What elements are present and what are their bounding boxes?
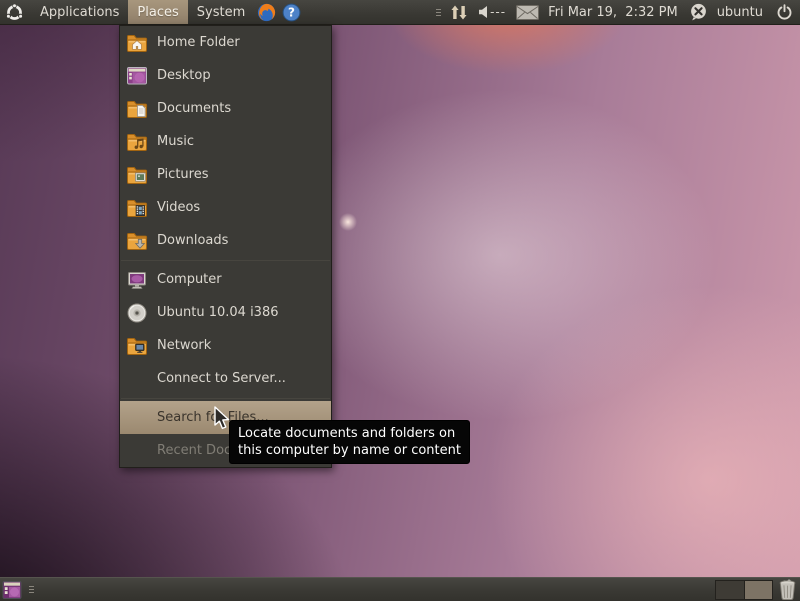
menu-item-label: Documents <box>157 101 232 116</box>
folder-videos-icon <box>125 196 149 220</box>
folder-music-icon <box>125 130 149 154</box>
menu-item-label: Downloads <box>157 233 229 248</box>
places-menu-item-documents[interactable]: Documents <box>120 92 331 125</box>
workspace-1[interactable] <box>716 580 744 599</box>
ubuntu-logo-icon[interactable] <box>0 0 31 24</box>
workspace-switcher <box>715 579 773 600</box>
places-menu: Home Folder Desktop Documents Music Pictures… <box>119 25 332 468</box>
bottom-panel <box>0 577 800 601</box>
panel-grip-handle[interactable] <box>29 586 34 593</box>
workspace-2[interactable] <box>744 580 772 599</box>
tooltip: Locate documents and folders on this com… <box>229 420 470 464</box>
folder-pictures-icon <box>125 163 149 187</box>
help-launcher-icon[interactable]: ? <box>279 0 304 24</box>
tooltip-line-2: this computer by name or content <box>238 443 461 458</box>
power-icon[interactable] <box>776 3 793 21</box>
folder-downloads-icon <box>125 229 149 253</box>
menu-item-label: Desktop <box>157 68 211 83</box>
svg-text:?: ? <box>288 5 295 19</box>
no-icon <box>125 367 149 391</box>
bottom-panel-right <box>715 578 800 601</box>
cdrom-icon <box>125 301 149 325</box>
menu-applications[interactable]: Applications <box>31 0 128 24</box>
desktop-icon <box>125 64 149 88</box>
places-menu-item-desktop[interactable]: Desktop <box>120 59 331 92</box>
mouse-cursor <box>212 406 234 436</box>
clock-label[interactable]: Fri Mar 19, 2:32 PM <box>548 5 678 20</box>
show-desktop-button[interactable] <box>0 578 25 601</box>
menu-places[interactable]: Places <box>128 0 188 24</box>
firefox-launcher-icon[interactable] <box>254 0 279 24</box>
menu-item-label: Home Folder <box>157 35 240 50</box>
top-panel: Applications Places System ? --- Fri Mar… <box>0 0 800 25</box>
trash-icon[interactable] <box>775 578 800 601</box>
top-panel-right: --- Fri Mar 19, 2:32 PM ubuntu <box>432 0 800 24</box>
panel-grip-handle[interactable] <box>436 8 442 16</box>
places-menu-item-network[interactable]: Network <box>120 329 331 362</box>
me-menu-status-icon[interactable] <box>689 3 708 21</box>
bottom-panel-left <box>0 578 38 601</box>
folder-documents-icon <box>125 97 149 121</box>
places-menu-item-home-folder[interactable]: Home Folder <box>120 26 331 59</box>
top-panel-left: Applications Places System ? <box>0 0 304 24</box>
tooltip-line-1: Locate documents and folders on <box>238 426 456 441</box>
menu-item-label: Network <box>157 338 212 353</box>
no-icon <box>125 406 149 430</box>
folder-home-icon <box>125 31 149 55</box>
no-icon <box>125 439 149 463</box>
places-menu-item-videos[interactable]: Videos <box>120 191 331 224</box>
computer-icon <box>125 268 149 292</box>
menu-system[interactable]: System <box>188 0 254 24</box>
menu-item-label: Music <box>157 134 194 149</box>
places-menu-item-downloads[interactable]: Downloads <box>120 224 331 257</box>
mail-indicator-icon[interactable] <box>516 4 540 20</box>
places-menu-item-computer[interactable]: Computer <box>120 263 331 296</box>
menu-item-label: Pictures <box>157 167 209 182</box>
menu-item-label: Computer <box>157 272 222 287</box>
menu-item-label: Ubuntu 10.04 i386 <box>157 305 279 320</box>
places-menu-item-music[interactable]: Music <box>120 125 331 158</box>
volume-level-label: --- <box>490 5 507 19</box>
volume-indicator-icon[interactable]: --- <box>478 5 506 19</box>
places-menu-item-connect-to-server[interactable]: Connect to Server... <box>120 362 331 395</box>
menu-item-label: Videos <box>157 200 201 215</box>
folder-network-icon <box>125 334 149 358</box>
user-menu-label[interactable]: ubuntu <box>717 5 763 20</box>
network-indicator-icon[interactable] <box>450 5 468 20</box>
places-menu-item-pictures[interactable]: Pictures <box>120 158 331 191</box>
menu-item-label: Connect to Server... <box>157 371 286 386</box>
desktop: Applications Places System ? --- Fri Mar… <box>0 0 800 601</box>
places-menu-item-ubuntu-10-04-i386[interactable]: Ubuntu 10.04 i386 <box>120 296 331 329</box>
